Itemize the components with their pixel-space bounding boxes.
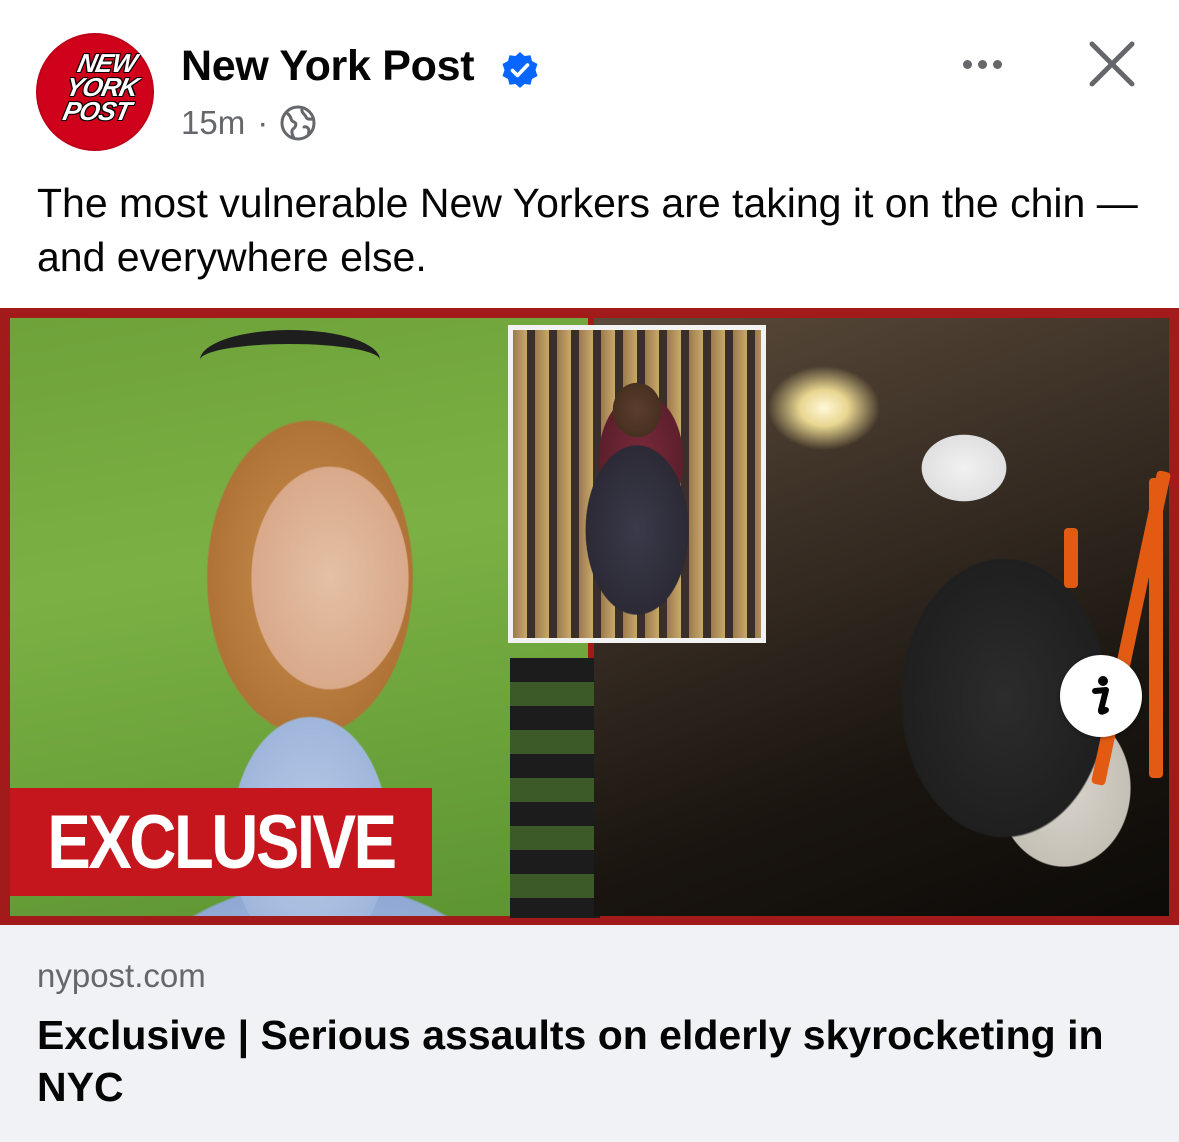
logo-line-3: POST (60, 96, 134, 126)
meta-separator: · (257, 104, 269, 141)
page-name[interactable]: New York Post (181, 42, 475, 91)
close-icon[interactable] (1084, 36, 1140, 92)
exclusive-badge-text: EXCLUSIVE (47, 799, 397, 885)
inset-suspect-photo (508, 325, 766, 643)
nypost-logo: NEW YORK POST (48, 48, 154, 126)
orange-strap (1149, 478, 1163, 778)
suspect-still (513, 330, 761, 638)
post-caption: The most vulnerable New Yorkers are taki… (37, 180, 1138, 280)
more-dot (962, 59, 972, 69)
page-avatar[interactable]: NEW YORK POST (36, 33, 154, 151)
verified-badge-icon (502, 52, 538, 88)
more-dot (977, 59, 987, 69)
link-domain: nypost.com (37, 957, 206, 994)
link-preview[interactable]: nypost.com Exclusive | Serious assaults … (0, 925, 1179, 1142)
more-dot (992, 59, 1002, 69)
exclusive-badge: EXCLUSIVE (10, 788, 432, 896)
orange-strap (1064, 528, 1078, 588)
post-timestamp[interactable]: 15m (181, 104, 245, 142)
link-title[interactable]: Exclusive | Serious assaults on elderly … (37, 1009, 1147, 1113)
park-bench (510, 658, 600, 918)
sunglasses (200, 330, 380, 390)
post-meta: 15m · (181, 103, 316, 143)
more-options-button[interactable] (952, 44, 1012, 84)
globe-icon (280, 105, 316, 141)
info-icon (1092, 676, 1109, 715)
info-button[interactable] (1060, 655, 1142, 737)
